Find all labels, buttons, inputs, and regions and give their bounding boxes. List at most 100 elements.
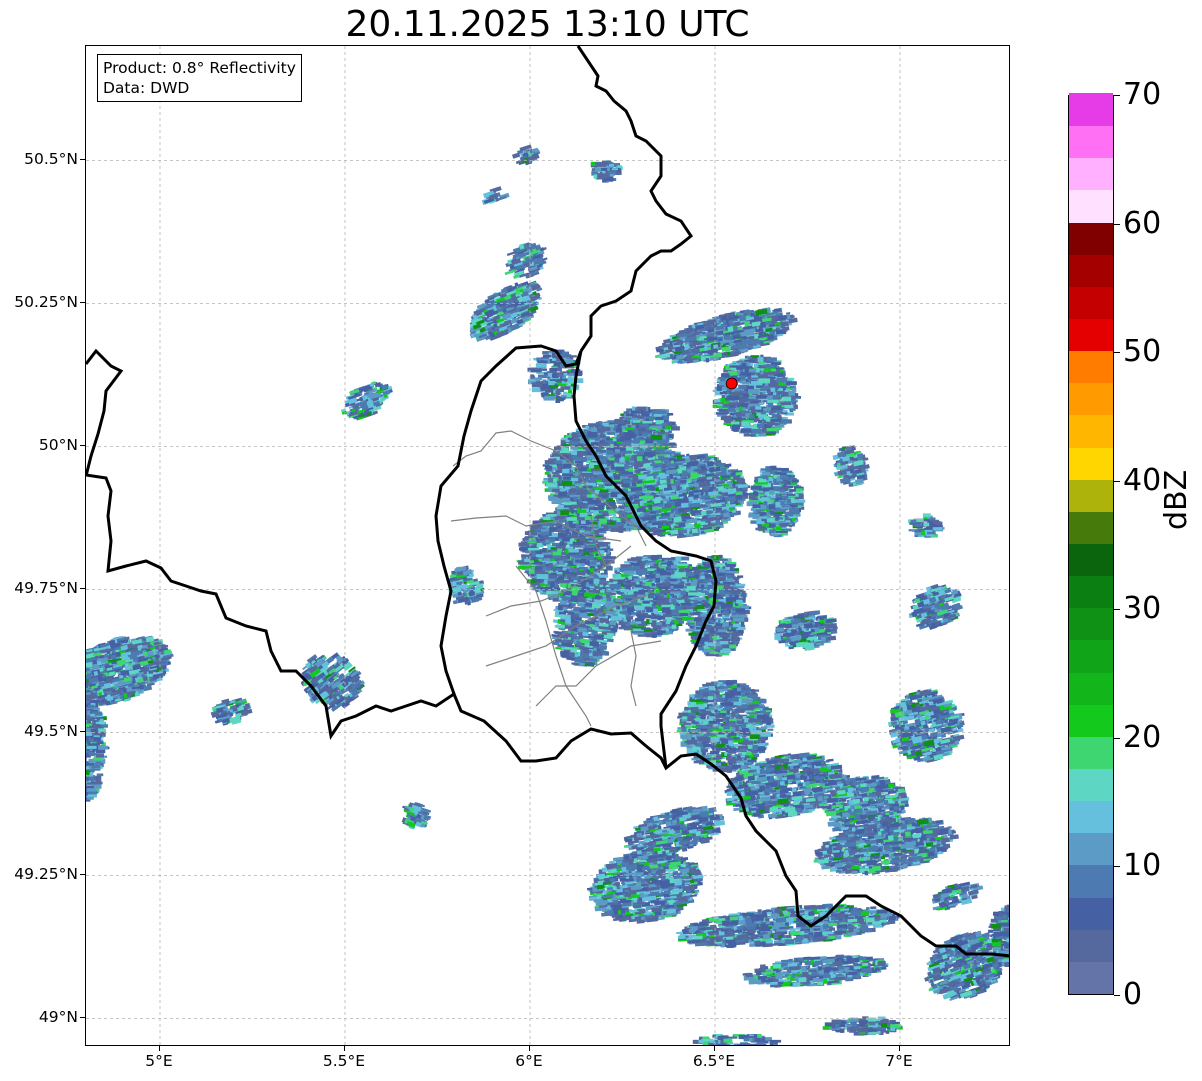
echo-pixel: [568, 489, 576, 493]
echo-pixel: [96, 717, 101, 721]
echo-pixel: [86, 770, 90, 776]
echo-pixel: [92, 757, 103, 761]
echo-pixel: [577, 490, 589, 495]
echo-pixel: [91, 743, 96, 747]
echo-pixel: [534, 377, 543, 381]
echo-pixel: [542, 379, 547, 384]
echo-pixel: [610, 444, 614, 448]
echo-pixel: [576, 451, 587, 456]
echo-pixel: [578, 463, 584, 468]
echo-pixel: [585, 505, 589, 508]
echo-pixel: [552, 453, 557, 457]
radar-map[interactable]: [85, 45, 1010, 1046]
echo-pixel: [550, 368, 558, 372]
echo-pixel: [552, 352, 556, 358]
echo-pixel: [591, 427, 598, 433]
echo-pixel: [604, 483, 613, 487]
echo-pixel: [86, 745, 97, 749]
echo-pixel: [657, 410, 667, 414]
echo-pixel: [552, 373, 557, 378]
echo-pixel: [542, 354, 552, 358]
echo-pixel: [552, 478, 557, 483]
echo-pixel: [619, 527, 627, 532]
echo-pixel: [531, 369, 541, 373]
echo-pixel: [99, 721, 105, 725]
echo-pixel: [614, 464, 625, 467]
echo-pixel: [571, 504, 578, 509]
echo-pixel: [623, 464, 629, 470]
echo-pixel: [617, 500, 624, 504]
echo-pixel: [86, 694, 98, 699]
echo-pixel: [537, 360, 548, 364]
echo-pixel: [544, 465, 553, 469]
echo-pixel: [661, 423, 669, 427]
echo-pixel: [528, 379, 536, 382]
echo-pixel: [90, 713, 96, 717]
echo-pixel: [573, 496, 578, 501]
echo-pixel: [631, 406, 636, 411]
echo-pixel: [661, 413, 666, 416]
map-title: 20.11.2025 13:10 UTC: [345, 4, 750, 45]
echo-pixel: [615, 427, 622, 433]
echo-pixel: [601, 494, 608, 499]
echo-pixel: [575, 456, 587, 462]
echo-pixel: [547, 474, 551, 478]
echo-pixel: [88, 752, 98, 756]
echo-pixel: [655, 448, 665, 453]
echo-pixel: [625, 413, 635, 417]
echo-pixel: [87, 704, 95, 709]
echo-pixel: [585, 425, 589, 430]
echo-pixel: [647, 452, 653, 458]
echo-pixel: [86, 791, 98, 795]
echo-pixel: [621, 472, 634, 475]
echo-pixel: [560, 394, 565, 398]
echo-pixel: [615, 449, 620, 453]
echo-pixel: [93, 735, 100, 738]
echo-pixel: [655, 443, 660, 446]
echo-pixel: [96, 741, 104, 745]
echo-pixel: [530, 374, 534, 378]
echo-pixel: [557, 389, 563, 393]
echo-pixel: [535, 363, 547, 368]
echo-pixel: [637, 415, 644, 419]
echo-pixel: [610, 492, 618, 498]
echo-pixel: [616, 522, 624, 526]
echo-pixel: [559, 489, 566, 492]
echo-pixel: [616, 435, 621, 439]
echo-pixel: [563, 476, 571, 480]
echo-pixel: [587, 432, 598, 438]
echo-pixel: [548, 477, 554, 483]
echo-pixel: [636, 456, 643, 462]
echo-pixel: [86, 776, 89, 782]
echo-pixel: [615, 466, 626, 472]
echo-pixel: [639, 424, 646, 428]
echo-pixel: [627, 429, 633, 433]
echo-pixel: [86, 741, 91, 744]
echo-pixel: [562, 473, 574, 477]
echo-pixel: [598, 518, 607, 524]
echo-pixel: [617, 424, 622, 428]
echo-pixel: [600, 433, 605, 438]
echo-pixel: [162, 665, 167, 670]
echo-pixel: [619, 457, 625, 463]
reflectivity-echoes: [86, 144, 1009, 1045]
echo-pixel: [544, 460, 555, 465]
echo-pixel: [599, 489, 609, 493]
echo-pixel: [617, 453, 622, 459]
echo-pixel: [650, 434, 663, 440]
echo-pixel: [607, 432, 616, 435]
echo-pixel: [574, 472, 578, 477]
echo-pixel: [564, 501, 569, 506]
echo-pixel: [575, 486, 580, 490]
echo-pixel: [87, 710, 91, 716]
echo-pixel: [563, 463, 572, 469]
echo-pixel: [562, 468, 570, 474]
echo-pixel: [559, 396, 566, 400]
echo-pixel: [141, 673, 146, 678]
echo-pixel: [587, 499, 600, 504]
echo-pixel: [562, 497, 571, 503]
echo-pixel: [633, 467, 639, 470]
echo-pixel: [621, 441, 633, 445]
echo-pixel: [624, 434, 637, 439]
echo-pixel: [91, 764, 101, 769]
